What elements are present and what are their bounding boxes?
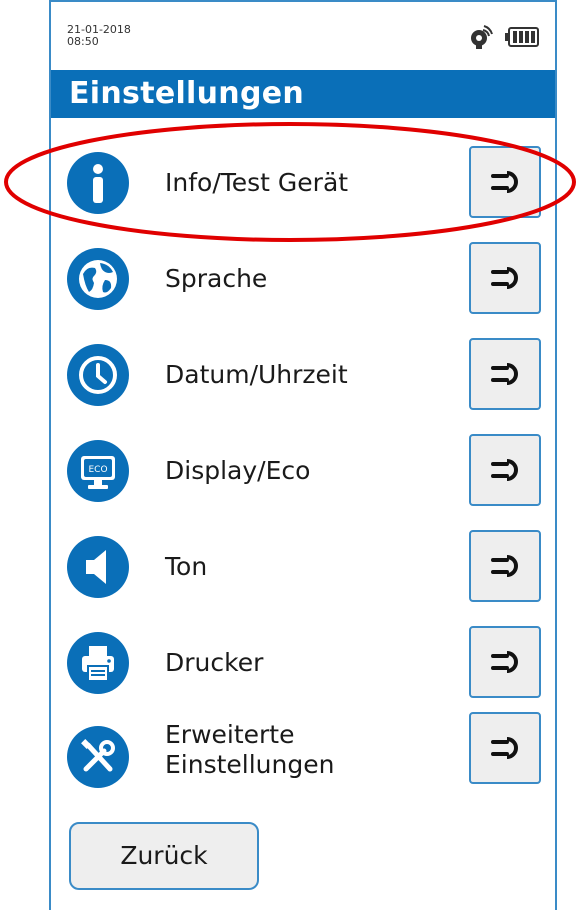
display-eco-icon-text: ECO	[88, 465, 107, 475]
open-date-time-button[interactable]	[469, 338, 541, 410]
open-display-eco-button[interactable]	[469, 434, 541, 506]
speaker-icon	[67, 536, 129, 598]
screen: 21-01-2018 08:50 Einstellungen Info/Test…	[0, 0, 581, 910]
open-printer-button[interactable]	[469, 626, 541, 698]
arrow-right-icon	[491, 737, 518, 759]
info-icon	[67, 152, 129, 214]
display-eco-icon: ECO	[67, 440, 129, 502]
printer-icon	[67, 632, 129, 694]
menu-row-date-time[interactable]: Datum/Uhrzeit	[51, 334, 555, 414]
arrow-right-icon	[491, 651, 518, 673]
row-label-date-time: Datum/Uhrzeit	[165, 360, 348, 389]
arrow-right-icon	[491, 267, 518, 289]
row-label-info-test: Info/Test Gerät	[165, 168, 349, 197]
menu-row-printer[interactable]: Drucker	[51, 622, 555, 702]
globe-icon	[67, 248, 129, 310]
arrow-right-icon	[491, 555, 518, 577]
page-title: Einstellungen	[69, 76, 305, 111]
arrow-right-icon	[491, 459, 518, 481]
menu-row-info-test[interactable]: Info/Test Gerät	[51, 142, 555, 222]
clock-icon	[67, 344, 129, 406]
row-label-advanced-line1: Erweiterte	[165, 720, 295, 749]
row-label-language: Sprache	[165, 264, 268, 293]
tools-icon	[67, 726, 129, 788]
menu-row-advanced-settings[interactable]: Erweiterte Einstellungen	[51, 712, 555, 796]
back-button-label: Zurück	[120, 841, 208, 870]
row-label-printer: Drucker	[165, 648, 264, 677]
device-frame: 21-01-2018 08:50 Einstellungen Info/Test…	[49, 0, 557, 910]
open-info-test-button[interactable]	[469, 146, 541, 218]
arrow-right-icon	[491, 171, 518, 193]
row-label-advanced-settings: Erweiterte Einstellungen	[165, 720, 445, 780]
header-bar: Einstellungen	[51, 70, 555, 118]
open-language-button[interactable]	[469, 242, 541, 314]
open-sound-button[interactable]	[469, 530, 541, 602]
open-advanced-settings-button[interactable]	[469, 712, 541, 784]
menu-row-language[interactable]: Sprache	[51, 238, 555, 318]
menu-row-sound[interactable]: Ton	[51, 526, 555, 606]
arrow-right-icon	[491, 363, 518, 385]
battery-icon	[505, 27, 539, 47]
row-label-advanced-line2: Einstellungen	[165, 750, 335, 779]
status-time: 08:50	[67, 35, 99, 48]
row-label-sound: Ton	[165, 552, 208, 581]
status-bar: 21-01-2018 08:50	[51, 2, 555, 62]
row-label-display-eco: Display/Eco	[165, 456, 311, 485]
back-button[interactable]: Zurück	[69, 822, 259, 890]
menu-row-display-eco[interactable]: ECO Display/Eco	[51, 430, 555, 510]
antenna-icon	[471, 25, 493, 49]
